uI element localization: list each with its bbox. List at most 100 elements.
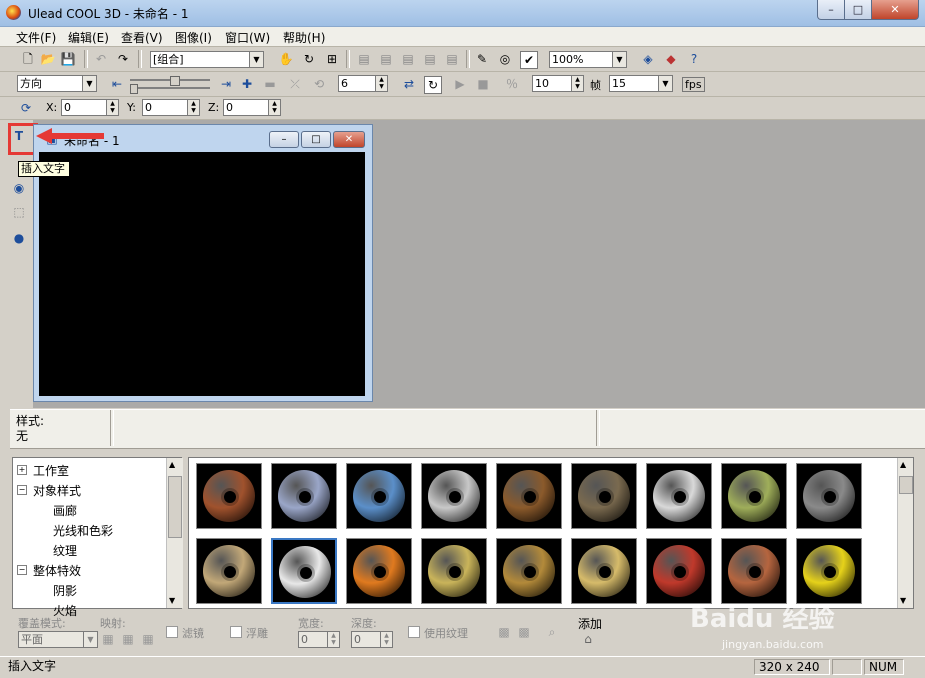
first-frame-icon[interactable]: ⇤ (109, 76, 125, 92)
z-spinner[interactable]: ▲ ▼ (268, 99, 281, 116)
tree-item[interactable]: 整体特效 (33, 562, 81, 579)
texture-icon-2[interactable]: ▩ (516, 624, 532, 640)
light-icon[interactable]: ✎ (474, 51, 490, 67)
texture-thumbnail-yellow[interactable] (796, 538, 862, 604)
align-icon[interactable]: ▤ (356, 51, 372, 67)
depth-spinner[interactable]: ▲ ▼ (380, 631, 393, 648)
loop-back-icon[interactable]: ⟲ (311, 76, 327, 92)
doc-minimize-button[interactable]: – (269, 131, 299, 148)
timeline-slider[interactable] (130, 76, 210, 94)
close-button[interactable]: ✕ (871, 0, 919, 20)
x-spinner[interactable]: ▲ ▼ (106, 99, 119, 116)
globe-icon[interactable]: ◎ (497, 51, 513, 67)
frame-spinner[interactable]: ▲ ▼ (375, 75, 388, 92)
frames-spinner[interactable]: ▲ ▼ (571, 75, 584, 92)
cover-mode-select[interactable]: 平面 (18, 631, 84, 648)
texture-thumbnail-crumpled-paper[interactable] (646, 463, 712, 529)
texture-thumbnail-bronze[interactable] (496, 538, 562, 604)
frames-field[interactable]: 10 (532, 75, 572, 92)
texture-thumbnail-blue-stone[interactable] (346, 463, 412, 529)
align-right-icon[interactable]: ▤ (400, 51, 416, 67)
sphere-icon[interactable]: ● (11, 230, 27, 246)
direction-select[interactable]: 方向 (17, 75, 83, 92)
add-frame-icon[interactable]: ✚ (239, 76, 255, 92)
object-select-dropdown-icon[interactable]: ▼ (249, 51, 264, 68)
stop-icon[interactable]: ■ (475, 76, 491, 92)
new-file-icon[interactable]: 🗋 (20, 51, 36, 67)
rotate-object-icon[interactable]: ↻ (301, 51, 317, 67)
minimize-button[interactable]: – (817, 0, 845, 20)
open-folder-icon[interactable]: 📂 (40, 51, 56, 67)
tree-item[interactable]: 对象样式 (33, 482, 81, 499)
fps-field[interactable]: 15 (609, 75, 659, 92)
texture-thumbnail-green-moss[interactable] (721, 463, 787, 529)
mapping-icon-2[interactable]: ▦ (120, 631, 136, 647)
texture-thumbnail-wood-grain[interactable] (496, 463, 562, 529)
tree-item[interactable]: 纹理 (53, 542, 77, 559)
texture-thumbnail-gold[interactable] (421, 538, 487, 604)
loop-icon[interactable]: ⇄ (401, 76, 417, 92)
tree-expander-icon[interactable]: − (17, 485, 27, 495)
texture-thumbnail-granite[interactable] (796, 463, 862, 529)
direction-dropdown-icon[interactable]: ▼ (82, 75, 97, 92)
reverse-icon[interactable]: ⤫ (287, 76, 303, 92)
play-icon[interactable]: ▶ (452, 76, 468, 92)
remove-frame-icon[interactable]: ▬ (262, 76, 278, 92)
mapping-icon-3[interactable]: ▦ (140, 631, 156, 647)
hand-move-icon[interactable]: ✋ (278, 51, 294, 67)
texture-thumbnail-burlap[interactable] (196, 538, 262, 604)
tree-item[interactable]: 画廊 (53, 502, 77, 519)
object-select[interactable]: [组合] (150, 51, 250, 68)
plugin-icon[interactable]: ◈ (640, 51, 656, 67)
check-icon[interactable]: ✔ (520, 51, 538, 69)
texture-browse-icon[interactable]: ⌕ (544, 624, 560, 640)
position-tool-icon[interactable]: ⟳ (18, 100, 34, 116)
x-field[interactable]: 0 (61, 99, 107, 116)
use-texture-checkbox[interactable] (408, 626, 420, 638)
menu-edit[interactable]: 编辑(E) (68, 29, 109, 46)
tree-item[interactable]: 光线和色彩 (53, 522, 113, 539)
texture-thumbnail-stone-block[interactable] (421, 463, 487, 529)
emboss-checkbox[interactable] (230, 626, 242, 638)
redo-icon[interactable]: ↷ (115, 51, 131, 67)
texture-thumbnail-clay-brick[interactable] (721, 538, 787, 604)
zoom-select[interactable]: 100% (549, 51, 613, 68)
select-object-icon[interactable]: ⬚ (11, 204, 27, 220)
last-frame-icon[interactable]: ⇥ (218, 76, 234, 92)
menu-window[interactable]: 窗口(W) (225, 29, 270, 46)
tree-item[interactable]: 工作室 (33, 462, 69, 479)
gallery-scrollbar[interactable]: ▲ ▼ (897, 458, 913, 608)
effect-icon[interactable]: ◆ (663, 51, 679, 67)
tree-scrollbar[interactable]: ▲ ▼ (166, 458, 183, 608)
repeat-icon[interactable]: ↻ (424, 76, 442, 94)
texture-thumbnail-rock[interactable] (571, 463, 637, 529)
gallery-scroll-up-icon[interactable]: ▲ (900, 460, 906, 469)
menu-view[interactable]: 查看(V) (121, 29, 163, 46)
zoom-dropdown-icon[interactable]: ▼ (612, 51, 627, 68)
texture-icon-1[interactable]: ▩ (496, 624, 512, 640)
speed-icon[interactable]: ％ (504, 76, 520, 92)
add-to-library-icon[interactable]: ⌂ (580, 631, 596, 647)
texture-thumbnail-red-brick[interactable] (646, 538, 712, 604)
texture-thumbnail-blue-marble[interactable] (271, 463, 337, 529)
menu-image[interactable]: 图像(I) (175, 29, 212, 46)
z-field[interactable]: 0 (223, 99, 269, 116)
scroll-down-icon[interactable]: ▼ (169, 596, 175, 605)
tree-expander-icon[interactable]: − (17, 565, 27, 575)
doc-close-button[interactable]: ✕ (333, 131, 365, 148)
distribute-icon[interactable]: ▤ (422, 51, 438, 67)
menu-help[interactable]: 帮助(H) (283, 29, 325, 46)
save-icon[interactable]: 💾 (60, 51, 76, 67)
depth-field[interactable]: 0 (351, 631, 381, 648)
mapping-icon-1[interactable]: ▦ (100, 631, 116, 647)
texture-thumbnail-brick[interactable] (196, 463, 262, 529)
scroll-up-icon[interactable]: ▲ (169, 460, 175, 469)
texture-thumbnail-orange[interactable] (346, 538, 412, 604)
fps-dropdown-icon[interactable]: ▼ (658, 75, 673, 92)
texture-thumbnail-gold-shiny[interactable] (571, 538, 637, 604)
menu-file[interactable]: 文件(F) (16, 29, 56, 46)
align-center-icon[interactable]: ▤ (378, 51, 394, 67)
maximize-button[interactable]: □ (844, 0, 872, 20)
resize-icon[interactable]: ⊞ (324, 51, 340, 67)
filter-checkbox[interactable] (166, 626, 178, 638)
